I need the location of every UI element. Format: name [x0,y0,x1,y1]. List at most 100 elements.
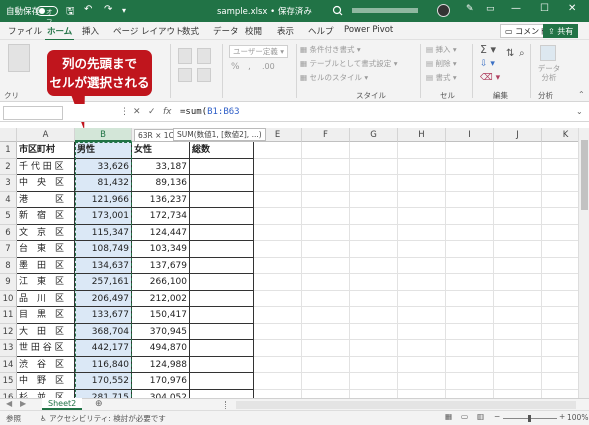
cell[interactable] [446,389,494,398]
cell[interactable] [350,208,398,225]
align-icon[interactable] [178,48,192,64]
cell[interactable] [350,224,398,241]
cell[interactable] [254,224,302,241]
insert-cells-button[interactable]: ▤ 挿入 ▾ [426,44,457,55]
cell[interactable] [542,340,578,357]
female-cell[interactable]: 170,976 [132,373,190,390]
male-cell[interactable]: 368,704 [75,323,132,340]
cell[interactable] [350,257,398,274]
percent-icon[interactable]: % [231,62,240,72]
cell[interactable] [446,158,494,175]
row-header[interactable]: 4 [0,191,17,208]
cell[interactable] [494,175,542,192]
row-header[interactable]: 8 [0,257,17,274]
minimize-button[interactable]: — [511,3,521,14]
cell[interactable] [190,241,254,258]
cell[interactable] [254,389,302,398]
cell[interactable] [542,192,578,208]
male-cell[interactable]: 121,966 [75,191,132,208]
save-icon[interactable]: 🖫 [66,4,75,21]
cell[interactable] [302,175,350,192]
cell[interactable] [302,323,350,340]
cell[interactable] [446,340,494,357]
city-cell[interactable]: 大 田 区 [17,323,75,340]
row-header[interactable]: 6 [0,224,17,241]
tab-formulas[interactable]: 数式 [182,25,199,37]
header-cell[interactable]: 市区町村 [17,142,75,159]
vertical-scrollbar[interactable] [578,128,589,398]
redo-icon[interactable]: ↷ [104,4,112,15]
cell[interactable] [446,373,494,390]
cell[interactable] [542,175,578,192]
header-cell[interactable]: 総数 [190,142,254,159]
female-cell[interactable]: 137,679 [132,257,190,274]
female-cell[interactable]: 370,945 [132,323,190,340]
male-cell[interactable]: 33,626 [75,158,132,175]
row-header[interactable]: 14 [0,356,17,373]
cell[interactable] [494,323,542,340]
city-cell[interactable]: 品 川 区 [17,290,75,307]
row-header[interactable]: 9 [0,274,17,291]
name-box[interactable] [3,106,63,120]
cell[interactable] [302,241,350,258]
horizontal-scrollbar[interactable] [236,401,576,409]
header-cell[interactable]: 女性 [132,142,190,159]
cell[interactable] [302,290,350,307]
row-header[interactable]: 7 [0,241,17,258]
tab-view[interactable]: 表示 [277,25,294,37]
male-cell[interactable]: 173,001 [75,208,132,225]
female-cell[interactable]: 304,052 [132,389,190,398]
zoom-out-icon[interactable]: − [494,412,500,421]
cell[interactable] [494,191,542,208]
cell[interactable] [542,241,578,258]
cell[interactable] [542,274,578,291]
city-cell[interactable]: 墨 田 区 [17,257,75,274]
cell[interactable] [302,307,350,324]
cell[interactable] [254,290,302,307]
column-header-f[interactable]: F [302,128,350,142]
cell[interactable] [302,158,350,175]
city-cell[interactable]: 江 東 区 [17,274,75,291]
cell[interactable] [398,323,446,340]
cell[interactable] [446,191,494,208]
cell[interactable] [350,241,398,258]
cell[interactable] [542,307,578,324]
cell[interactable] [398,224,446,241]
cell[interactable] [302,373,350,390]
cell[interactable] [542,324,578,340]
row-header[interactable]: 1 [0,142,17,159]
expand-formula-icon[interactable]: ⌄ [576,107,583,116]
female-cell[interactable]: 124,447 [132,224,190,241]
city-cell[interactable]: 新 宿 区 [17,208,75,225]
tab-insert[interactable]: 挿入 [82,25,99,37]
cell[interactable] [398,389,446,398]
cell[interactable] [542,373,578,390]
cell[interactable] [254,158,302,175]
cell[interactable] [254,307,302,324]
autosave-toggle[interactable]: オフ [36,6,58,26]
male-cell[interactable]: 442,177 [75,340,132,357]
cell[interactable] [446,142,494,159]
city-cell[interactable]: 中 野 区 [17,373,75,390]
female-cell[interactable]: 33,187 [132,158,190,175]
tab-file[interactable]: ファイル [8,25,42,37]
user-avatar[interactable] [437,4,450,17]
cell[interactable] [398,290,446,307]
cell[interactable] [446,323,494,340]
cell[interactable] [190,224,254,241]
female-cell[interactable]: 89,136 [132,175,190,192]
cell[interactable] [494,290,542,307]
column-header-j[interactable]: J [494,128,542,142]
cell[interactable] [494,274,542,291]
row-header[interactable]: 11 [0,307,17,324]
cell[interactable] [494,340,542,357]
tab-page-layout[interactable]: ページ レイアウト [113,25,184,37]
cell[interactable] [398,274,446,291]
enter-icon[interactable]: ✓ [148,107,156,117]
cell[interactable] [350,175,398,192]
ribbon-display-icon[interactable]: ▭ [486,4,495,14]
undo-icon[interactable]: ↶ [84,4,92,15]
maximize-button[interactable]: ☐ [540,3,549,14]
pen-icon[interactable]: ✎ [466,4,474,14]
cell[interactable] [190,340,254,357]
